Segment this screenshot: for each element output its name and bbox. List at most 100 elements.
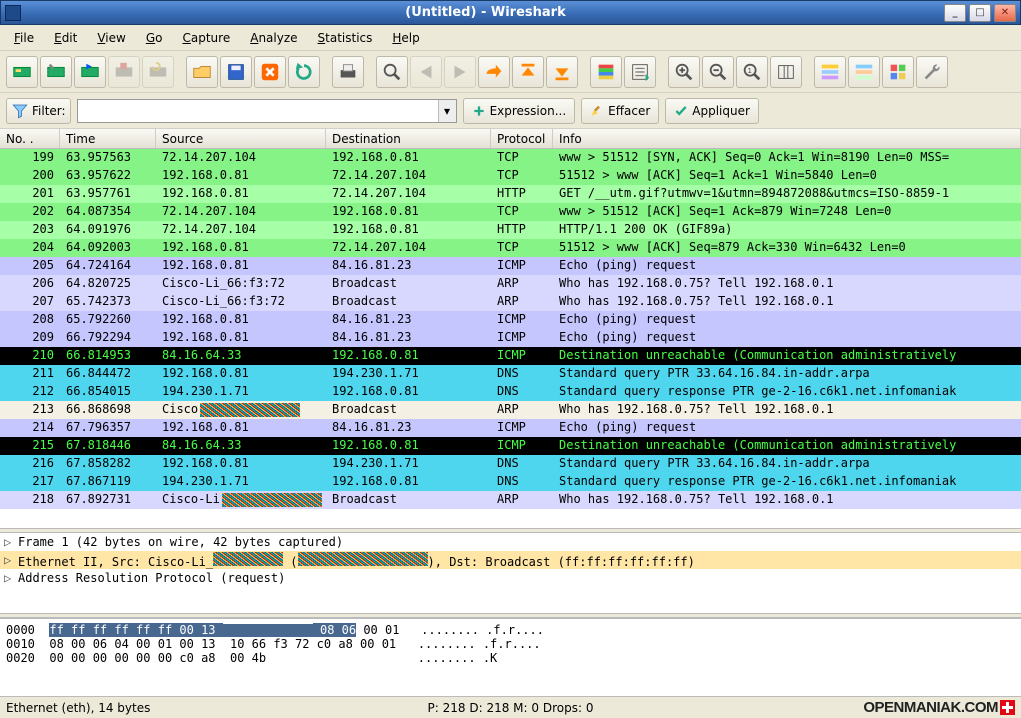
menu-analyze[interactable]: Analyze: [242, 28, 305, 48]
status-center: P: 218 D: 218 M: 0 Drops: 0: [428, 701, 594, 715]
redacted-icon: [200, 403, 300, 417]
zoom-in-button[interactable]: [668, 56, 700, 88]
table-row[interactable]: 21867.892731Cisco-LiBroadcastARPWho has …: [0, 491, 1021, 509]
table-row[interactable]: 21467.796357192.168.0.8184.16.81.23ICMPE…: [0, 419, 1021, 437]
go-back-button[interactable]: [410, 56, 442, 88]
menu-statistics[interactable]: Statistics: [310, 28, 381, 48]
jump-arrow-icon: [483, 61, 505, 83]
filter-label: Filter:: [32, 104, 66, 118]
save-button[interactable]: [220, 56, 252, 88]
expression-label: Expression...: [490, 104, 567, 118]
expand-icon[interactable]: ▷: [4, 571, 14, 585]
coloring-rules-button[interactable]: [882, 56, 914, 88]
col-header-source[interactable]: Source: [156, 129, 326, 148]
restart-capture-button[interactable]: [142, 56, 174, 88]
table-row[interactable]: 20664.820725Cisco-Li_66:f3:72BroadcastAR…: [0, 275, 1021, 293]
menu-edit[interactable]: Edit: [46, 28, 85, 48]
resize-columns-button[interactable]: [770, 56, 802, 88]
clear-filter-button[interactable]: Effacer: [581, 98, 659, 124]
col-header-destination[interactable]: Destination: [326, 129, 491, 148]
col-header-protocol[interactable]: Protocol: [491, 129, 553, 148]
table-row[interactable]: 21366.868698CiscoBroadcastARPWho has 192…: [0, 401, 1021, 419]
autoscroll-button[interactable]: [624, 56, 656, 88]
tree-arp[interactable]: ▷Address Resolution Protocol (request): [0, 569, 1021, 587]
table-row[interactable]: 21166.844472192.168.0.81194.230.1.71DNSS…: [0, 365, 1021, 383]
menu-view[interactable]: View: [89, 28, 133, 48]
table-row[interactable]: 21567.81844684.16.64.33192.168.0.81ICMPD…: [0, 437, 1021, 455]
arrow-left-icon: [415, 61, 437, 83]
go-last-button[interactable]: [546, 56, 578, 88]
table-row[interactable]: 20264.08735472.14.207.104192.168.0.81TCP…: [0, 203, 1021, 221]
tree-frame[interactable]: ▷Frame 1 (42 bytes on wire, 42 bytes cap…: [0, 533, 1021, 551]
table-row[interactable]: 20063.957622192.168.0.8172.14.207.104TCP…: [0, 167, 1021, 185]
tree-eth-text: Ethernet II, Src: Cisco-Li_ (), Dst: Bro…: [18, 552, 695, 569]
table-row[interactable]: 20464.092003192.168.0.8172.14.207.104TCP…: [0, 239, 1021, 257]
table-row[interactable]: 21266.854015194.230.1.71192.168.0.81DNSS…: [0, 383, 1021, 401]
display-filters-button[interactable]: [848, 56, 880, 88]
table-row[interactable]: 20163.957761192.168.0.8172.14.207.104HTT…: [0, 185, 1021, 203]
stop-capture-button[interactable]: [108, 56, 140, 88]
find-button[interactable]: [376, 56, 408, 88]
expand-icon[interactable]: ▷: [4, 535, 14, 549]
expression-button[interactable]: Expression...: [463, 98, 576, 124]
col-header-info[interactable]: Info: [553, 129, 1021, 148]
col-header-time[interactable]: Time: [60, 129, 156, 148]
capture-filters-button[interactable]: [814, 56, 846, 88]
go-first-button[interactable]: [512, 56, 544, 88]
packet-bytes-pane[interactable]: 0000 ff ff ff ff ff ff 00 13 08 06 00 01…: [0, 618, 1021, 696]
tree-ethernet[interactable]: ▷ Ethernet II, Src: Cisco-Li_ (), Dst: B…: [0, 551, 1021, 569]
col-header-no[interactable]: No. .: [0, 129, 60, 148]
packet-list-body[interactable]: 19963.95756372.14.207.104192.168.0.81TCP…: [0, 149, 1021, 528]
menu-capture[interactable]: Capture: [174, 28, 238, 48]
menu-file[interactable]: File: [6, 28, 42, 48]
print-button[interactable]: [332, 56, 364, 88]
close-button[interactable]: ✕: [994, 4, 1016, 22]
filter-toolbar: Filter: ▾ Expression... Effacer Applique…: [0, 93, 1021, 129]
interfaces-button[interactable]: [6, 56, 38, 88]
filter-combo[interactable]: ▾: [77, 99, 457, 123]
app-icon: [5, 5, 21, 21]
minimize-button[interactable]: _: [944, 4, 966, 22]
clear-filter-label: Effacer: [608, 104, 650, 118]
statusbar: Ethernet (eth), 14 bytes P: 218 D: 218 M…: [0, 696, 1021, 718]
packet-details-pane[interactable]: ▷Frame 1 (42 bytes on wire, 42 bytes cap…: [0, 533, 1021, 613]
colorize-button[interactable]: [590, 56, 622, 88]
zoom-in-icon: [673, 61, 695, 83]
table-row[interactable]: 21667.858282192.168.0.81194.230.1.71DNSS…: [0, 455, 1021, 473]
go-forward-button[interactable]: [444, 56, 476, 88]
redacted-icon: [213, 552, 283, 566]
reload-button[interactable]: [288, 56, 320, 88]
maximize-button[interactable]: □: [969, 4, 991, 22]
table-row[interactable]: 21066.81495384.16.64.33192.168.0.81ICMPD…: [0, 347, 1021, 365]
arrow-right-icon: [449, 61, 471, 83]
filter-toggle-button[interactable]: Filter:: [6, 98, 71, 124]
options-button[interactable]: [40, 56, 72, 88]
filter-dropdown-button[interactable]: ▾: [438, 100, 456, 122]
table-row[interactable]: 19963.95756372.14.207.104192.168.0.81TCP…: [0, 149, 1021, 167]
zoom-reset-button[interactable]: 1: [736, 56, 768, 88]
go-to-packet-button[interactable]: [478, 56, 510, 88]
open-button[interactable]: [186, 56, 218, 88]
table-row[interactable]: 21767.867119194.230.1.71192.168.0.81DNSS…: [0, 473, 1021, 491]
start-capture-button[interactable]: [74, 56, 106, 88]
restart-nic-icon: [147, 61, 169, 83]
close-file-button[interactable]: [254, 56, 286, 88]
menu-help[interactable]: Help: [384, 28, 427, 48]
expand-icon[interactable]: ▷: [4, 553, 14, 567]
palette-icon: [887, 61, 909, 83]
table-row[interactable]: 20865.792260192.168.0.8184.16.81.23ICMPE…: [0, 311, 1021, 329]
table-row[interactable]: 20564.724164192.168.0.8184.16.81.23ICMPE…: [0, 257, 1021, 275]
apply-filter-button[interactable]: Appliquer: [665, 98, 759, 124]
preferences-button[interactable]: [916, 56, 948, 88]
wrench-icon: [921, 61, 943, 83]
apply-filter-label: Appliquer: [692, 104, 750, 118]
packet-list-header: No. . Time Source Destination Protocol I…: [0, 129, 1021, 149]
menu-go[interactable]: Go: [138, 28, 171, 48]
table-row[interactable]: 20364.09197672.14.207.104192.168.0.81HTT…: [0, 221, 1021, 239]
broom-icon: [590, 104, 604, 118]
table-row[interactable]: 20765.742373Cisco-Li_66:f3:72BroadcastAR…: [0, 293, 1021, 311]
table-row[interactable]: 20966.792294192.168.0.8184.16.81.23ICMPE…: [0, 329, 1021, 347]
start-nic-icon: [79, 61, 101, 83]
zoom-out-button[interactable]: [702, 56, 734, 88]
filter-input[interactable]: [78, 104, 438, 118]
